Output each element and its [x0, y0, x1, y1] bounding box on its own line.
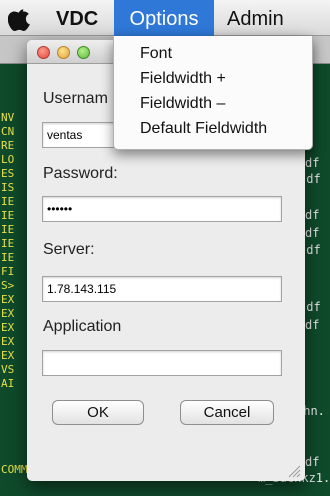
menu-item-fieldwidth-minus[interactable]: Fieldwidth –: [140, 92, 225, 116]
terminal-left-line: IE: [1, 237, 15, 250]
application-field[interactable]: [42, 350, 282, 376]
server-field[interactable]: 1.78.143.115: [42, 276, 282, 302]
terminal-left-line: ES: [1, 167, 15, 180]
terminal-left-line: EX: [1, 335, 15, 348]
terminal-left-line: IE: [1, 195, 15, 208]
menu-app-name[interactable]: VDC: [56, 0, 98, 36]
terminal-right-line: df: [305, 318, 320, 332]
resize-grip-icon[interactable]: [287, 464, 301, 478]
terminal-left-line: LO: [1, 153, 15, 166]
terminal-left-line: RE: [1, 139, 15, 152]
terminal-left-line: EX: [1, 321, 15, 334]
menu-options[interactable]: Options: [114, 0, 214, 36]
username-label: Usernam: [43, 90, 108, 107]
terminal-left-line: EX: [1, 349, 15, 362]
terminal-right-line: df: [305, 226, 320, 240]
terminal-right-line: df: [305, 208, 320, 222]
terminal-left-line: EX: [1, 293, 15, 306]
server-label: Server:: [43, 241, 95, 258]
terminal-right-line: df: [305, 156, 320, 170]
options-dropdown-menu: Font Fieldwidth + Fieldwidth – Default F…: [113, 36, 313, 150]
zoom-window-button[interactable]: [77, 46, 90, 59]
close-window-button[interactable]: [37, 46, 50, 59]
menu-admin[interactable]: Admin: [227, 0, 284, 36]
terminal-left-line: FI: [1, 265, 15, 278]
terminal-left-line: S>: [1, 279, 15, 292]
menu-item-default-fieldwidth[interactable]: Default Fieldwidth: [140, 117, 267, 141]
terminal-left-line: AI: [1, 377, 15, 390]
password-label: Password:: [43, 165, 118, 182]
terminal-left-line: EX: [1, 307, 15, 320]
minimize-window-button[interactable]: [57, 46, 70, 59]
terminal-left-line: IE: [1, 223, 15, 236]
menu-item-font[interactable]: Font: [140, 42, 172, 66]
password-field[interactable]: ••••••: [42, 196, 282, 222]
menu-bar: VDC Options Admin: [0, 0, 330, 36]
terminal-left-line: IS: [1, 181, 15, 194]
terminal-left-line: NV: [1, 111, 15, 124]
terminal-left-line: IE: [1, 251, 15, 264]
terminal-right-line: df: [305, 455, 320, 469]
apple-icon[interactable]: [8, 7, 30, 31]
ok-button[interactable]: OK: [52, 400, 144, 425]
application-label: Application: [43, 318, 122, 335]
cancel-button[interactable]: Cancel: [180, 400, 274, 425]
terminal-left-line: CN: [1, 125, 15, 138]
menu-item-fieldwidth-plus[interactable]: Fieldwidth +: [140, 67, 226, 91]
terminal-left-line: VS: [1, 363, 15, 376]
terminal-left-line: IE: [1, 209, 15, 222]
